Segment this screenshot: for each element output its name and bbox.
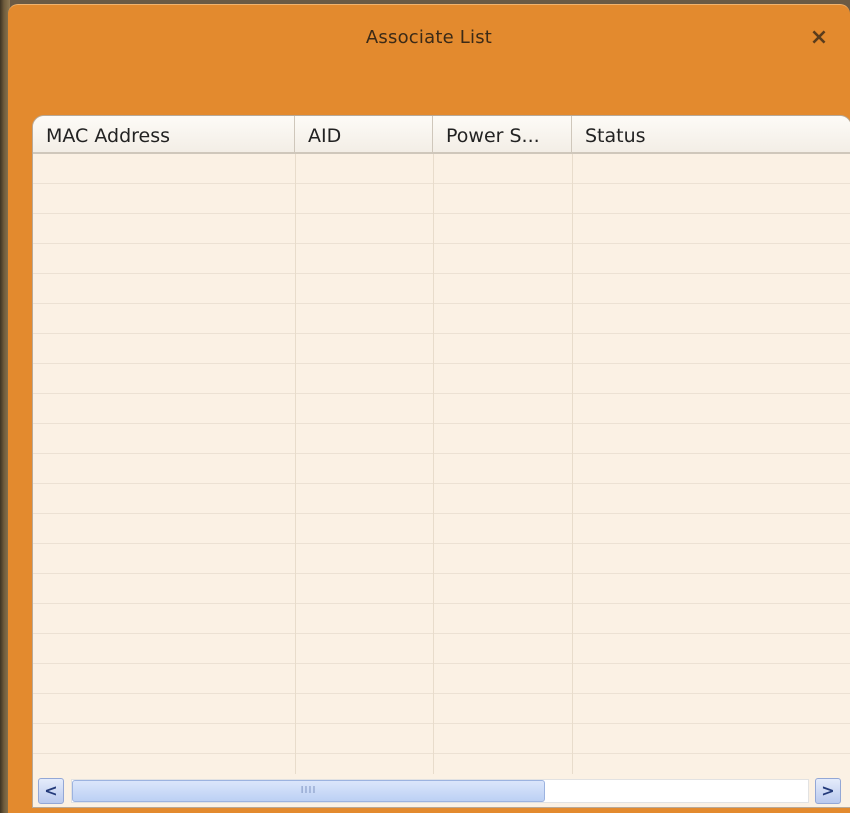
- table-row[interactable]: [33, 514, 850, 544]
- associate-list-window: Associate List × MAC Address AID Power S…: [8, 4, 850, 813]
- table-row[interactable]: [33, 304, 850, 334]
- list-rows: [33, 154, 850, 784]
- list-header: MAC Address AID Power S... Status: [33, 116, 850, 154]
- table-row[interactable]: [33, 364, 850, 394]
- column-header-aid[interactable]: AID: [295, 116, 433, 152]
- horizontal-scrollbar[interactable]: < IIII >: [33, 774, 850, 807]
- table-row[interactable]: [33, 454, 850, 484]
- associate-list-view[interactable]: MAC Address AID Power S... Status < IIII…: [32, 115, 850, 808]
- table-row[interactable]: [33, 184, 850, 214]
- table-row[interactable]: [33, 244, 850, 274]
- scroll-thumb[interactable]: IIII: [72, 780, 545, 802]
- table-row[interactable]: [33, 544, 850, 574]
- table-row[interactable]: [33, 334, 850, 364]
- table-row[interactable]: [33, 394, 850, 424]
- table-row[interactable]: [33, 154, 850, 184]
- scroll-left-button[interactable]: <: [38, 778, 64, 804]
- column-divider: [433, 154, 434, 774]
- table-row[interactable]: [33, 214, 850, 244]
- table-row[interactable]: [33, 664, 850, 694]
- table-row[interactable]: [33, 484, 850, 514]
- window-title: Associate List: [365, 27, 493, 48]
- table-row[interactable]: [33, 274, 850, 304]
- close-icon[interactable]: ×: [808, 27, 830, 49]
- table-row[interactable]: [33, 724, 850, 754]
- table-row[interactable]: [33, 604, 850, 634]
- table-row[interactable]: [33, 634, 850, 664]
- scroll-track[interactable]: IIII: [71, 779, 809, 803]
- column-header-mac-address[interactable]: MAC Address: [33, 116, 295, 152]
- column-header-power-save[interactable]: Power S...: [433, 116, 572, 152]
- table-row[interactable]: [33, 574, 850, 604]
- table-row[interactable]: [33, 424, 850, 454]
- scroll-right-button[interactable]: >: [815, 778, 841, 804]
- column-header-status[interactable]: Status: [572, 116, 850, 152]
- column-divider: [295, 154, 296, 774]
- table-row[interactable]: [33, 694, 850, 724]
- column-divider: [572, 154, 573, 774]
